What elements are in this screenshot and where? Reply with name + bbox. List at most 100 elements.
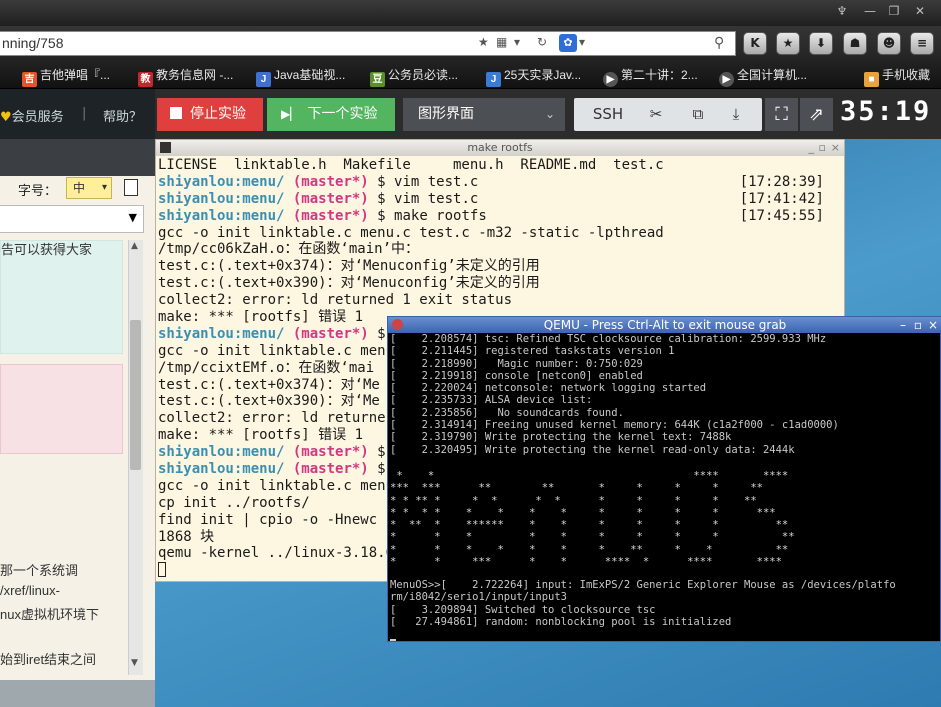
font-size-label: 字号：	[18, 184, 58, 199]
minimize-icon[interactable]: _	[809, 140, 815, 156]
star-button[interactable]: ★	[776, 32, 800, 55]
qr-icon[interactable]: ▦	[496, 35, 507, 49]
refresh-icon[interactable]: ↻	[537, 35, 547, 49]
gamepad-button[interactable]: ☗	[843, 32, 867, 55]
baidu-search-engine-icon[interactable]: ✿	[559, 34, 577, 52]
shirt-icon[interactable]: ♆	[832, 2, 852, 20]
maximize-icon[interactable]: ▫	[914, 317, 922, 333]
restore-icon[interactable]: ❐	[884, 2, 904, 20]
command-timestamp: [17:45:55]	[739, 207, 824, 224]
console-line: * * ** * * * * * * * * * **	[390, 494, 757, 507]
instruction-line: 那一个系统调	[0, 563, 79, 578]
nav-divider: |	[82, 106, 87, 121]
document-icon[interactable]	[124, 179, 138, 196]
scrollbar-thumb[interactable]	[130, 320, 141, 470]
warning-card	[0, 364, 123, 454]
instruction-line: /xref/linux-	[0, 583, 60, 598]
font-size-select[interactable]: 中 ▾	[66, 177, 112, 199]
console-cursor	[390, 639, 396, 641]
bookmark-favicon: J	[486, 72, 501, 87]
favorite-star-icon[interactable]: ★	[478, 35, 489, 49]
bookmark-favicon: 吉	[22, 72, 37, 87]
play-circle-icon: ▶	[719, 72, 734, 87]
bookmark-item[interactable]: 教教务信息网 -...	[138, 66, 233, 87]
console-line: *** *** ** ** * * * * **	[390, 482, 763, 495]
download-button[interactable]: ⬇	[809, 32, 833, 55]
qemu-app-icon	[392, 319, 403, 330]
bookmark-favicon: 教	[138, 72, 153, 87]
instruction-line: 始到iret结束之间	[0, 652, 97, 667]
bookmark-item-mobile[interactable]: ■ 手机收藏	[864, 66, 930, 87]
close-window-icon[interactable]: ✕	[910, 2, 930, 20]
screen-share-icon[interactable]: ⧉	[682, 98, 714, 131]
console-line: rm/i8042/serio1/input/input3	[390, 591, 568, 604]
scroll-up-icon[interactable]: ▲	[131, 241, 138, 251]
robot-button[interactable]: ☻	[877, 32, 901, 55]
terminal-line: /tmp/cc06kZaH.o：在函数‘main’中：	[158, 241, 420, 258]
console-line: [ 2.235856] No soundcards found.	[390, 406, 624, 419]
minimize-icon[interactable]: –	[900, 317, 906, 333]
bookmark-favicon: J	[256, 72, 271, 87]
maximize-icon[interactable]: ▫	[819, 140, 826, 156]
countdown-timer: 35:19	[840, 96, 932, 127]
scroll-down-icon[interactable]: ▼	[131, 658, 138, 668]
console-line: [ 2.235733] ALSA device list:	[390, 394, 593, 407]
console-line: [ 27.494861] random: nonblocking pool is…	[390, 615, 732, 628]
stop-icon	[170, 107, 182, 119]
chevron-down-icon: ⌄	[544, 107, 555, 121]
minimize-icon[interactable]: —	[860, 2, 880, 20]
dropdown-arrow-icon: ▼	[128, 211, 137, 224]
qemu-window[interactable]: QEMU - Press Ctrl-Alt to exit mouse grab…	[387, 316, 941, 642]
k-button[interactable]: K	[743, 32, 767, 55]
terminal-line: shiyanlou:menu/ (master*) $ make rootfs[…	[158, 207, 824, 224]
bookmark-item[interactable]: J 25天实录Jav...	[486, 66, 581, 87]
menu-button[interactable]: ≡	[910, 32, 934, 55]
download-tray-icon[interactable]: ⤓	[720, 98, 752, 131]
scissors-icon[interactable]: ✂	[640, 98, 672, 131]
search-icon[interactable]: ⚲	[714, 35, 724, 51]
stop-experiment-button[interactable]: 停止实验	[157, 98, 263, 131]
bookmark-item[interactable]: ▶ 第二十讲：2...	[603, 66, 698, 87]
chapter-select[interactable]: ▼	[0, 205, 144, 233]
play-circle-icon: ▶	[603, 72, 618, 87]
console-line: * * *** * * **** * **** ****	[390, 556, 782, 569]
window-titlebar: ♆ — ❐ ✕	[0, 0, 941, 26]
terminal-line: gcc -o init linktable.c menu.c test.c -m…	[158, 224, 664, 241]
dropdown-icon[interactable]: ▾	[514, 35, 520, 49]
terminal-line: collect2: error: ld returned 1 exit stat…	[158, 292, 513, 309]
terminal-app-icon	[160, 142, 171, 153]
popout-icon[interactable]: ⇗	[800, 98, 833, 131]
close-icon[interactable]: ×	[831, 140, 840, 156]
help-link[interactable]: 帮助？	[103, 106, 142, 125]
console-line: [ 2.320495] Write protecting the kernel …	[390, 443, 795, 456]
fullscreen-icon[interactable]: ⛶	[765, 98, 798, 131]
terminal-line: test.c:(.text+0x374)：对‘Menuconfig’未定义的引用	[158, 258, 540, 275]
display-mode-select[interactable]: 图形界面 ⌄	[403, 98, 565, 131]
bookmark-item[interactable]: 吉吉他弹唱『...	[22, 66, 110, 87]
bookmark-item[interactable]: J Java基础视...	[256, 66, 345, 87]
console-line: * ** * ****** * * * * * * **	[390, 519, 789, 532]
bookmark-item[interactable]: 豆公务员必读...	[370, 66, 458, 87]
ssh-button[interactable]: SSH	[584, 98, 632, 131]
address-text[interactable]: nning/758	[2, 35, 64, 51]
menuos-console[interactable]: MenuOS>>[ 2.722264] input: ImExPS/2 Gene…	[390, 579, 896, 628]
next-experiment-button[interactable]: ▶▏ 下一个实验	[267, 98, 395, 131]
address-bar[interactable]: nning/758 ★ ▦ ▾ ↻ ✿ ▾ ⚲	[0, 31, 736, 56]
bookmark-item[interactable]: ▶ 全国计算机...	[719, 66, 807, 87]
panel-footer	[0, 680, 155, 707]
terminal-titlebar[interactable]: make rootfs _ ▫ ×	[156, 140, 844, 156]
member-service-link[interactable]: ♥会员服务	[0, 106, 64, 125]
console-line: [ 2.211445] registered taskstats version…	[390, 345, 675, 358]
console-line: [ 2.314914] Freeing unused kernel memory…	[390, 419, 839, 432]
panel-header	[0, 139, 155, 176]
menuos-banner: * * **** **** *** *** ** ** * * * * ** * *…	[390, 470, 795, 568]
terminal-line: shiyanlou:menu/ (master*) $ vim test.c [1…	[158, 190, 824, 207]
engine-dropdown-icon[interactable]: ▾	[579, 35, 585, 49]
console-line: [ 2.218990] Magic number: 0:750:029	[390, 357, 643, 370]
info-card: 告可以获得大家	[0, 240, 123, 354]
close-icon[interactable]: ×	[928, 317, 938, 333]
command-timestamp: [17:28:39]	[739, 173, 824, 190]
qemu-titlebar[interactable]: QEMU - Press Ctrl-Alt to exit mouse grab…	[388, 317, 941, 333]
console-line: [ 2.208574] tsc: Refined TSC clocksource…	[390, 333, 827, 345]
console-line: * * * * * * * * * * * * ***	[390, 506, 776, 519]
